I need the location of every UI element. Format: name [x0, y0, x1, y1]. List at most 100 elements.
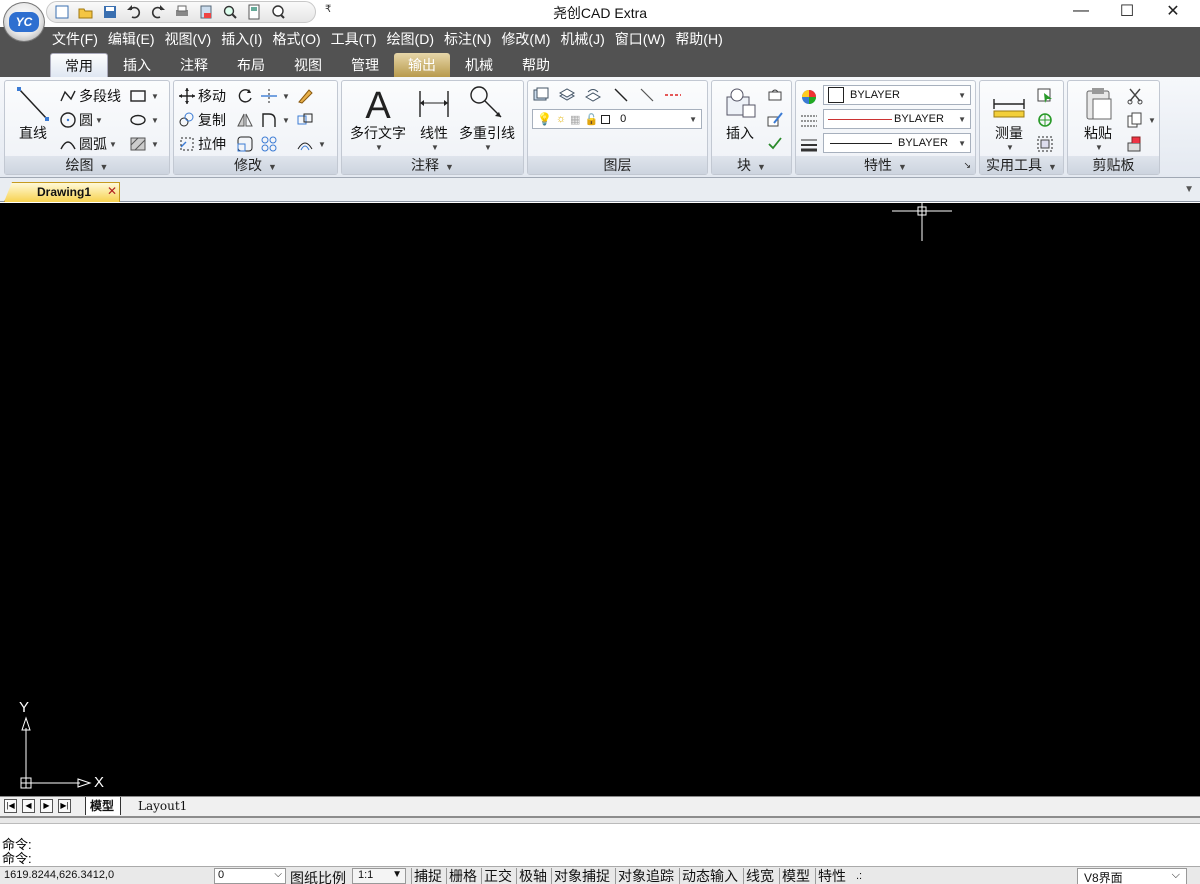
ortho-toggle[interactable]: 正交	[481, 868, 514, 884]
model-toggle[interactable]: 模型	[779, 868, 812, 884]
maximize-button[interactable]: ☐	[1104, 0, 1150, 22]
menu-window[interactable]: 窗口(W)	[611, 29, 670, 49]
paper-scale-dropdown[interactable]: 1:1 ▼	[352, 868, 406, 884]
tab-manage[interactable]: 管理	[337, 53, 393, 77]
insert-block-button[interactable]: 插入	[716, 85, 764, 143]
hatch-button[interactable]: ▼	[129, 133, 159, 155]
menu-help[interactable]: 帮助(H)	[671, 29, 726, 49]
minimize-button[interactable]: —	[1058, 0, 1104, 22]
arc-button[interactable]: 圆弧 ▼	[59, 133, 117, 155]
panel-clipboard-title[interactable]: 剪贴板	[1068, 156, 1159, 174]
tab-insert[interactable]: 插入	[109, 53, 165, 77]
drawing-canvas[interactable]: Y X	[0, 203, 1200, 796]
menu-insert[interactable]: 插入(I)	[217, 29, 266, 49]
scale-button[interactable]	[236, 133, 256, 155]
panel-modify-title[interactable]: 修改 ▼	[174, 156, 337, 174]
paste-button[interactable]: 粘贴 ▼	[1072, 85, 1124, 152]
explode-button[interactable]	[296, 109, 316, 131]
menu-dimension[interactable]: 标注(N)	[440, 29, 495, 49]
snap-toggle[interactable]: 捕捉	[411, 868, 444, 884]
linetype-icon-button[interactable]	[800, 110, 820, 132]
id-point-button[interactable]	[1036, 109, 1056, 131]
lineweight-toggle[interactable]: 线宽	[743, 868, 776, 884]
rectangle-button[interactable]: ▼	[129, 85, 159, 107]
first-tab-icon[interactable]: |◀	[4, 799, 17, 813]
rotate-button[interactable]	[236, 85, 256, 107]
otrack-toggle[interactable]: 对象追踪	[615, 868, 676, 884]
color-wheel-button[interactable]	[800, 86, 820, 108]
panel-layer-title[interactable]: 图层	[528, 156, 707, 174]
tab-mechanical[interactable]: 机械	[451, 53, 507, 77]
lineweight-dropdown[interactable]: BYLAYER ▼	[823, 133, 971, 153]
linear-dim-button[interactable]: 线性 ▼	[414, 85, 454, 152]
mtext-button[interactable]: A 多行文字 ▼	[346, 85, 410, 152]
ellipse-button[interactable]: ▼	[129, 109, 159, 131]
create-block-button[interactable]	[766, 85, 786, 107]
menu-mechanical[interactable]: 机械(J)	[556, 29, 608, 49]
command-prompt[interactable]: 命令:	[2, 848, 32, 867]
polar-toggle[interactable]: 极轴	[516, 868, 549, 884]
document-tab-drawing1[interactable]: Drawing1 ✕	[4, 182, 120, 202]
tab-output[interactable]: 输出	[394, 53, 450, 77]
application-menu-button[interactable]: YC	[3, 2, 45, 42]
color-dropdown[interactable]: BYLAYER ▼	[823, 85, 971, 105]
fillet-button[interactable]: ▼	[260, 109, 290, 131]
last-tab-icon[interactable]: ▶|	[58, 799, 71, 813]
mirror-button[interactable]	[236, 109, 256, 131]
menu-file[interactable]: 文件(F)	[48, 29, 102, 49]
move-button[interactable]: 移动	[178, 85, 226, 107]
osnap-toggle[interactable]: 对象捕捉	[551, 868, 612, 884]
copy-clip-button[interactable]: ▼	[1126, 109, 1156, 131]
grid-toggle[interactable]: 栅格	[446, 868, 479, 884]
copy-button[interactable]: 复制	[178, 109, 226, 131]
menu-modify[interactable]: 修改(M)	[497, 29, 554, 49]
layer-dropdown[interactable]: 💡 ☼ ▦ 🔓 0 ▼	[532, 109, 702, 129]
edit-block-button[interactable]	[766, 109, 786, 131]
status-layer-dropdown[interactable]: 0 ⌵	[214, 868, 286, 884]
panel-draw-title[interactable]: 绘图 ▼	[5, 156, 169, 174]
dialog-launcher-icon[interactable]: ↘	[963, 156, 971, 174]
array-button[interactable]	[260, 133, 280, 155]
tab-layout[interactable]: 布局	[223, 53, 279, 77]
make-current-button[interactable]	[612, 84, 632, 106]
ui-mode-dropdown[interactable]: V8界面 ⌵	[1077, 868, 1187, 884]
layer-previous-button[interactable]	[584, 84, 604, 106]
quick-select-button[interactable]	[1036, 85, 1056, 107]
command-window[interactable]: 命令: 命令:	[0, 824, 1200, 866]
match-properties-button[interactable]	[1126, 133, 1146, 155]
prev-tab-icon[interactable]: ◀	[22, 799, 35, 813]
next-tab-icon[interactable]: ▶	[40, 799, 53, 813]
layer-properties-button[interactable]	[532, 84, 552, 106]
cut-button[interactable]	[1126, 85, 1146, 107]
circle-button[interactable]: 圆 ▼	[59, 109, 103, 131]
trim-button[interactable]: ▼	[260, 85, 290, 107]
menu-edit[interactable]: 编辑(E)	[104, 29, 159, 49]
mleader-button[interactable]: 多重引线 ▼	[456, 85, 518, 152]
tab-home[interactable]: 常用	[50, 53, 108, 77]
tab-layout1[interactable]: Layout1	[128, 797, 197, 815]
polyline-button[interactable]: 多段线	[59, 85, 121, 107]
menu-tools[interactable]: 工具(T)	[327, 29, 381, 49]
properties-toggle[interactable]: 特性	[815, 868, 848, 884]
tab-annotate[interactable]: 注释	[166, 53, 222, 77]
erase-button[interactable]	[296, 85, 316, 107]
layer-off-button[interactable]	[664, 84, 684, 106]
menu-draw[interactable]: 绘图(D)	[383, 29, 438, 49]
stretch-button[interactable]: 拉伸	[178, 133, 226, 155]
tab-model[interactable]: 模型	[85, 797, 122, 815]
lineweight-icon-button[interactable]	[800, 134, 820, 156]
close-button[interactable]: ✕	[1150, 0, 1196, 22]
panel-properties-title[interactable]: 特性 ▼ ↘	[796, 156, 975, 174]
close-icon[interactable]: ✕	[107, 184, 117, 198]
menu-format[interactable]: 格式(O)	[268, 29, 324, 49]
tab-list-chevron-icon[interactable]: ▼	[1184, 184, 1194, 195]
line-button[interactable]: 直线	[11, 85, 55, 143]
match-layer-button[interactable]	[638, 84, 658, 106]
menu-view[interactable]: 视图(V)	[161, 29, 216, 49]
dynamic-input-toggle[interactable]: 动态输入	[679, 868, 740, 884]
block-attribute-button[interactable]	[766, 133, 786, 155]
panel-block-title[interactable]: 块 ▼	[712, 156, 791, 174]
select-all-button[interactable]	[1036, 133, 1056, 155]
measure-button[interactable]: 测量 ▼	[984, 85, 1034, 152]
command-splitter[interactable]	[0, 816, 1200, 824]
